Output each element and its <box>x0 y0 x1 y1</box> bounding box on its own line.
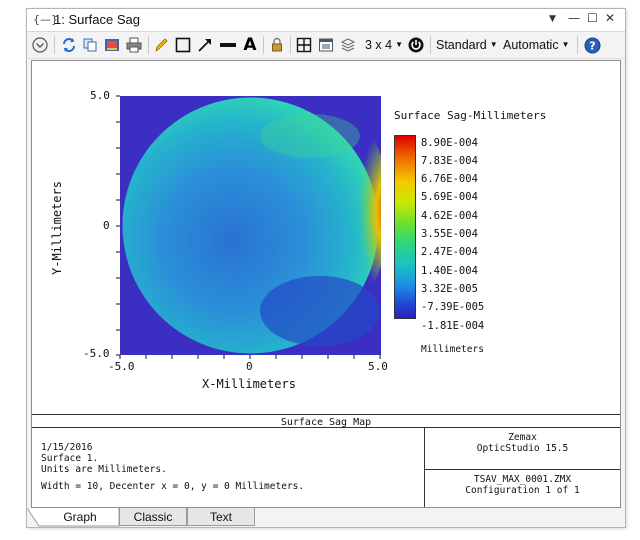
grid-size-dropdown[interactable]: 3 x 4 ▼ <box>365 38 403 52</box>
x-axis-label: X-Millimeters <box>202 377 296 391</box>
svg-text:?: ? <box>589 39 595 52</box>
pencil-icon[interactable] <box>153 36 169 54</box>
power-icon[interactable] <box>407 36 425 54</box>
lock-icon[interactable] <box>268 36 286 54</box>
colorbar-label: 3.32E-005 <box>421 283 478 295</box>
company-info: Zemax OpticStudio 15.5 <box>476 432 569 454</box>
y-axis-label: Y-Millimeters <box>50 181 64 275</box>
colorbar-label: 1.40E-004 <box>421 265 478 277</box>
analysis-window: {—} 1: Surface Sag ▼ — ☐ ✕ A 3 x 4 ▼ Sta… <box>26 8 626 528</box>
caption-divider <box>32 414 620 415</box>
layers-icon[interactable] <box>339 36 357 54</box>
tab-text[interactable]: Text <box>187 508 255 526</box>
tab-classic[interactable]: Classic <box>119 508 187 526</box>
arrow-icon[interactable] <box>196 36 214 54</box>
color-bar <box>394 135 416 319</box>
colorbar-label: 8.90E-004 <box>421 137 478 149</box>
toolbar: A 3 x 4 ▼ Standard ▼ Automatic ▼ ? <box>27 32 625 59</box>
colorbar-label: 6.76E-004 <box>421 173 478 185</box>
line-icon[interactable] <box>218 36 238 54</box>
text-icon[interactable]: A <box>241 35 259 55</box>
minimize-icon[interactable]: — <box>568 11 580 25</box>
tab-graph[interactable]: Graph <box>41 508 119 526</box>
colorbar-unit: Millimeters <box>421 344 484 355</box>
colorbar-label: -1.81E-004 <box>421 320 485 332</box>
surface-sag-plot[interactable] <box>120 96 381 355</box>
info-text: 1/15/2016 Surface 1. Units are Millimete… <box>41 442 167 475</box>
colorbar-label: 3.55E-004 <box>421 228 478 240</box>
settings-chevron-icon[interactable] <box>31 36 49 54</box>
help-icon[interactable]: ? <box>583 36 601 54</box>
export-icon[interactable] <box>103 36 121 54</box>
view-tabs: Graph Classic Text <box>27 508 625 527</box>
print-icon[interactable] <box>125 36 143 54</box>
y-tick-bottom: -5.0 <box>83 347 110 360</box>
close-icon[interactable]: ✕ <box>605 11 615 25</box>
y-tick-top: 5.0 <box>90 89 110 102</box>
grid-icon: 3 x 4 <box>365 38 393 52</box>
colorbar-label: 5.69E-004 <box>421 191 478 203</box>
window-title: 1: Surface Sag <box>54 12 140 27</box>
y-tick-mid: 0 <box>103 219 110 232</box>
file-info: TSAV_MAX_0001.ZMX Configuration 1 of 1 <box>465 474 580 496</box>
title-bar[interactable]: {—} 1: Surface Sag ▼ — ☐ ✕ <box>27 9 625 32</box>
colorbar-label: 2.47E-004 <box>421 246 478 258</box>
standard-dropdown[interactable]: Standard ▼ <box>436 38 498 52</box>
colorbar-label: 4.62E-004 <box>421 210 478 222</box>
dropdown-icon[interactable]: ▼ <box>549 14 556 24</box>
copy-icon[interactable] <box>81 36 99 54</box>
automatic-dropdown[interactable]: Automatic ▼ <box>503 38 570 52</box>
maximize-icon[interactable]: ☐ <box>587 11 598 25</box>
colorbar-label: 7.83E-004 <box>421 155 478 167</box>
width-line: Width = 10, Decenter x = 0, y = 0 Millim… <box>41 481 305 492</box>
plot-title: Surface Sag-Millimeters <box>394 109 547 122</box>
layout-icon[interactable] <box>295 36 313 54</box>
window-icon[interactable] <box>317 36 335 54</box>
colorbar-label: -7.39E-005 <box>421 301 485 313</box>
refresh-icon[interactable] <box>60 36 78 54</box>
graph-area: 5.0 0 -5.0 -5.0 0 5.0 X-Millimeters Y-Mi… <box>31 60 621 508</box>
rectangle-icon[interactable] <box>174 36 192 54</box>
